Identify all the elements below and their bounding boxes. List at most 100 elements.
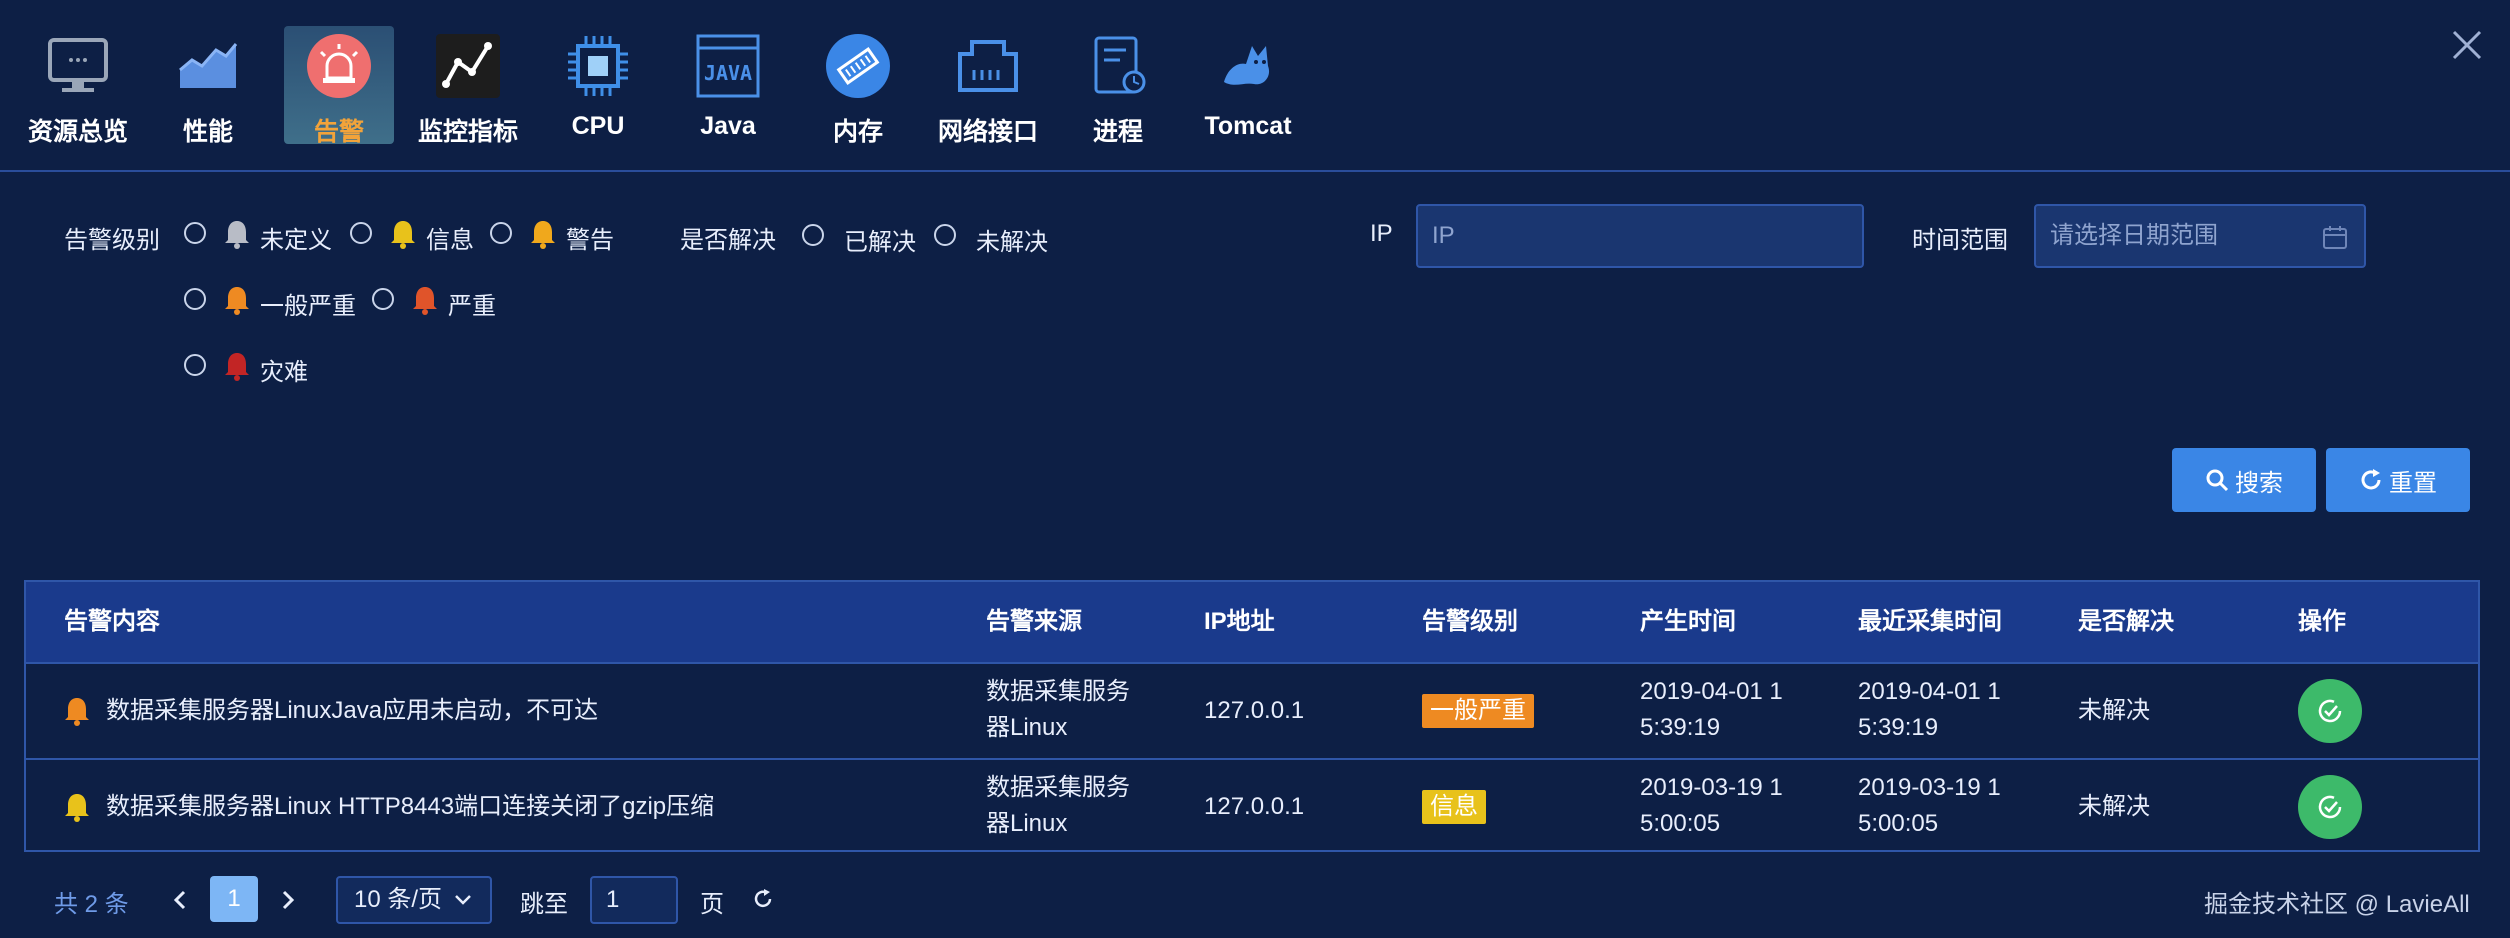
last-collect-time-line: 5:39:19	[1858, 714, 1939, 741]
search-button-label: 搜索	[2235, 469, 2283, 497]
check-circle-icon	[2318, 699, 2342, 723]
column-header-content: 告警内容	[64, 608, 160, 635]
bell-icon	[225, 287, 249, 315]
alarm-source-line: 器Linux	[986, 714, 1068, 741]
level-option-high[interactable]: 严重	[372, 286, 502, 320]
calendar-icon	[2323, 226, 2347, 249]
alarm-source-line: 数据采集服务	[986, 678, 1130, 705]
chevron-right-icon[interactable]	[278, 888, 298, 912]
created-time-line: 5:39:19	[1640, 714, 1721, 741]
alarm-level-label: 告警级别	[64, 227, 160, 254]
page-size-value: 10 条/页	[354, 886, 443, 913]
last-collect-time: 2019-04-01 1 5:39:19	[1858, 674, 2001, 746]
nav-item-performance[interactable]: 性能	[148, 26, 268, 146]
nav-item-alarm[interactable]: 告警	[284, 26, 394, 146]
area-chart-icon	[179, 43, 238, 88]
date-range-picker[interactable]: 请选择日期范围	[2034, 204, 2366, 268]
refresh-icon	[2361, 469, 2381, 490]
chevron-down-icon	[455, 895, 471, 905]
bell-icon	[65, 698, 89, 726]
date-range-placeholder: 请选择日期范围	[2050, 222, 2218, 249]
ip-input[interactable]: IP	[1416, 204, 1864, 268]
level-option-average[interactable]: 一般严重	[184, 286, 364, 320]
last-collect-time-line: 2019-04-01 1	[1858, 678, 2001, 705]
resolved-option-label: 已解决	[844, 229, 916, 256]
ip-address: 127.0.0.1	[1204, 793, 1305, 820]
created-time-line: 5:00:05	[1640, 810, 1721, 837]
level-option-undefined[interactable]: 未定义	[184, 220, 344, 254]
resolve-button[interactable]	[2298, 775, 2362, 839]
radio-button[interactable]	[490, 222, 512, 244]
last-collect-time-line: 5:00:05	[1858, 810, 1939, 837]
nav-item-network[interactable]: 网络接口	[928, 26, 1048, 146]
radio-button[interactable]	[802, 224, 824, 246]
top-nav: 资源总览 性能 告警 监控指标 CPU JAVA Java 内存 网络接口 进程…	[0, 0, 2510, 172]
resolve-button[interactable]	[2298, 679, 2362, 743]
created-time-line: 2019-03-19 1	[1640, 774, 1783, 801]
column-header-source: 告警来源	[986, 608, 1082, 635]
cpu-icon	[568, 36, 628, 96]
created-time: 2019-03-19 1 5:00:05	[1640, 770, 1783, 842]
radio-button[interactable]	[372, 288, 394, 310]
jump-page-input[interactable]: 1	[590, 876, 678, 924]
column-header-created-time: 产生时间	[1640, 608, 1736, 635]
alarm-source-line: 数据采集服务	[986, 774, 1130, 801]
tomcat-icon	[1224, 46, 1270, 85]
level-option-info[interactable]: 信息	[350, 220, 480, 254]
level-badge: 信息	[1422, 790, 1486, 824]
resolved-status: 未解决	[2078, 697, 2150, 724]
level-badge: 一般严重	[1422, 694, 1534, 728]
resolved-option-label: 未解决	[976, 229, 1048, 256]
nav-item-metrics[interactable]: 监控指标	[408, 26, 528, 146]
reset-button[interactable]: 重置	[2326, 448, 2470, 512]
column-header-resolved: 是否解决	[2078, 608, 2174, 635]
level-option-label: 一般严重	[260, 293, 356, 320]
nav-label: Tomcat	[1204, 112, 1292, 140]
level-option-warning[interactable]: 警告	[490, 220, 620, 254]
search-icon	[2206, 469, 2229, 492]
resolved-option-yes[interactable]: 已解决	[802, 222, 922, 256]
level-option-disaster[interactable]: 灾难	[184, 352, 314, 386]
radio-button[interactable]	[184, 222, 206, 244]
radio-button[interactable]	[350, 222, 372, 244]
time-range-label: 时间范围	[1912, 227, 2008, 254]
watermark: 掘金技术社区 @ LavieAll	[2204, 891, 2470, 918]
radio-button[interactable]	[934, 224, 956, 246]
alarm-source: 数据采集服务 器Linux	[986, 674, 1130, 746]
page-number-current[interactable]: 1	[210, 876, 258, 922]
search-button[interactable]: 搜索	[2172, 448, 2316, 512]
refresh-icon[interactable]	[752, 888, 774, 910]
nav-item-resource-overview[interactable]: 资源总览	[18, 26, 138, 146]
column-header-action: 操作	[2298, 608, 2346, 635]
bell-icon	[391, 221, 415, 249]
nav-item-tomcat[interactable]: Tomcat	[1188, 26, 1308, 144]
java-icon: JAVA	[696, 34, 760, 98]
last-collect-time: 2019-03-19 1 5:00:05	[1858, 770, 2001, 842]
nav-item-java[interactable]: JAVA Java	[668, 26, 788, 144]
resolved-option-no[interactable]: 未解决	[934, 222, 1054, 256]
nav-item-cpu[interactable]: CPU	[538, 26, 658, 144]
close-icon[interactable]	[2450, 28, 2484, 62]
page-size-select[interactable]: 10 条/页	[336, 876, 492, 924]
nav-item-process[interactable]: 进程	[1058, 26, 1178, 146]
level-option-label: 灾难	[260, 359, 308, 386]
table-row: 数据采集服务器Linux HTTP8443端口连接关闭了gzip压缩 数据采集服…	[26, 758, 2478, 854]
alarm-source: 数据采集服务 器Linux	[986, 770, 1130, 842]
radio-button[interactable]	[184, 354, 206, 376]
reset-button-label: 重置	[2389, 469, 2437, 497]
bell-icon	[225, 221, 249, 249]
nav-item-memory[interactable]: 内存	[798, 26, 918, 146]
svg-text:JAVA: JAVA	[704, 61, 752, 85]
alarm-content: 数据采集服务器LinuxJava应用未启动，不可达	[106, 697, 599, 724]
radio-button[interactable]	[184, 288, 206, 310]
level-option-label: 信息	[426, 227, 474, 254]
ip-address: 127.0.0.1	[1204, 697, 1305, 724]
jump-label: 跳至	[520, 891, 568, 918]
ip-label: IP	[1370, 220, 1393, 247]
created-time-line: 2019-04-01 1	[1640, 678, 1783, 705]
network-port-icon	[958, 40, 1018, 92]
chevron-left-icon[interactable]	[170, 888, 190, 912]
resolved-status: 未解决	[2078, 793, 2150, 820]
bell-icon	[225, 353, 249, 381]
table-header: 告警内容 告警来源 IP地址 告警级别 产生时间 最近采集时间 是否解决 操作	[26, 582, 2478, 662]
